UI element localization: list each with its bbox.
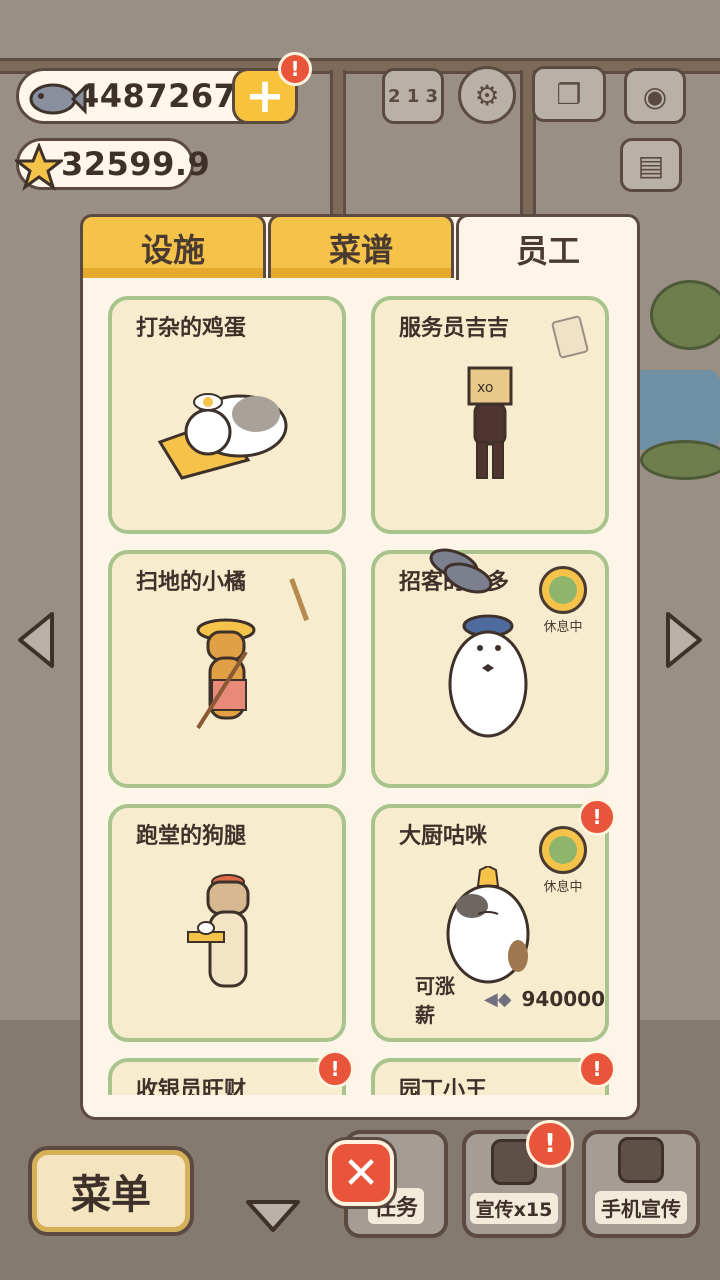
waiter-cat-icon bbox=[187, 874, 250, 988]
collapse-arrow-icon[interactable] bbox=[244, 1196, 302, 1236]
staff-name: 跑堂的狗腿 bbox=[136, 824, 247, 849]
settings-button[interactable]: ⚙ bbox=[458, 66, 516, 124]
flying-fish-icon bbox=[429, 548, 493, 594]
alert-badge: ! bbox=[578, 798, 616, 836]
promotion-label: 宣传x15 bbox=[469, 1193, 559, 1224]
plus-icon: + bbox=[244, 68, 286, 124]
staff-name: 服务员吉吉 bbox=[399, 316, 510, 341]
close-icon: ✕ bbox=[342, 1147, 380, 1199]
resting-label: 休息中 bbox=[543, 880, 583, 895]
staff-card[interactable]: 收银员旺财 bbox=[108, 1058, 346, 1095]
next-arrow-icon[interactable] bbox=[662, 610, 706, 670]
clock-icon bbox=[539, 826, 587, 874]
tab-facilities[interactable]: 设施 bbox=[80, 214, 266, 278]
clipboard-icon bbox=[550, 314, 590, 360]
newspaper-button[interactable]: ▤ bbox=[620, 138, 682, 192]
salary-raise[interactable]: 可涨薪 ◀◆ 940000 bbox=[415, 970, 605, 1028]
staff-name: 扫地的小橘 bbox=[136, 570, 247, 595]
book-icon: ❐ bbox=[556, 77, 582, 111]
phone-promotion-button[interactable]: 手机宣传 bbox=[582, 1130, 700, 1238]
staff-card[interactable]: 服务员吉吉 xo bbox=[371, 296, 609, 534]
staff-name: 园丁小王 bbox=[399, 1078, 488, 1095]
resting-indicator: 休息中 bbox=[535, 566, 591, 635]
alert-badge: ! bbox=[578, 1050, 616, 1088]
background-post bbox=[330, 70, 346, 230]
waiter-bag-icon: xo bbox=[467, 366, 513, 479]
podium-icon: 2 1 3 bbox=[387, 85, 439, 107]
staff-card[interactable]: 打杂的鸡蛋 bbox=[108, 296, 346, 534]
ranking-button[interactable]: 2 1 3 bbox=[382, 68, 444, 124]
tab-staff[interactable]: 员工 bbox=[456, 214, 640, 280]
phone-promotion-label: 手机宣传 bbox=[595, 1191, 687, 1224]
star-currency: 32599.9 bbox=[15, 138, 210, 191]
staff-card[interactable]: 跑堂的狗腿 bbox=[108, 804, 346, 1042]
tab-recipes[interactable]: 菜谱 bbox=[268, 214, 454, 278]
fish-icon: ◀◆ bbox=[483, 988, 512, 1010]
broom-icon bbox=[289, 570, 329, 622]
staff-name: 大厨咕咪 bbox=[399, 824, 488, 849]
resting-label: 休息中 bbox=[543, 620, 583, 635]
staff-card[interactable]: 园丁小王 bbox=[371, 1058, 609, 1095]
alert-badge: ! bbox=[526, 1120, 574, 1168]
orange-cat-sweeper-icon bbox=[196, 618, 256, 730]
close-button[interactable]: ✕ bbox=[328, 1140, 394, 1206]
newspaper-icon: ▤ bbox=[637, 148, 665, 182]
svg-text:xo: xo bbox=[477, 380, 493, 396]
alert-badge: ! bbox=[278, 52, 312, 86]
fluffy-cat-doorman-icon bbox=[448, 614, 528, 738]
resting-indicator: 休息中 bbox=[535, 826, 591, 895]
previous-arrow-icon[interactable] bbox=[14, 610, 58, 670]
collection-book-button[interactable]: ❐ bbox=[532, 66, 606, 122]
chef-cat-icon bbox=[446, 866, 530, 984]
fish-icon bbox=[29, 83, 87, 115]
camera-icon: ◉ bbox=[642, 79, 668, 113]
menu-button[interactable]: 菜单 bbox=[28, 1146, 194, 1236]
gear-icon: ⚙ bbox=[474, 78, 500, 112]
clock-icon bbox=[539, 566, 587, 614]
background-bush bbox=[640, 440, 720, 480]
background-bush bbox=[650, 280, 720, 350]
raise-amount: 940000 bbox=[521, 987, 606, 1011]
staff-grid: 打杂的鸡蛋 服务员吉吉 xo 扫地的小橘 休息中 跑堂的狗腿 大厨咕咪 休息中 … bbox=[83, 280, 637, 1095]
cat-egg-icon bbox=[157, 393, 288, 480]
star-count: 32599.9 bbox=[61, 145, 211, 183]
camera-button[interactable]: ◉ bbox=[624, 68, 686, 124]
staff-name: 收银员旺财 bbox=[136, 1078, 247, 1095]
staff-card[interactable]: 大厨咕咪 休息中 可涨薪 ◀◆ 940000 bbox=[371, 804, 609, 1042]
alert-badge: ! bbox=[316, 1050, 354, 1088]
raise-label: 可涨薪 bbox=[415, 974, 455, 1027]
background-pond bbox=[630, 370, 720, 450]
phone-icon bbox=[618, 1137, 664, 1183]
staff-name: 打杂的鸡蛋 bbox=[136, 316, 247, 341]
star-icon bbox=[15, 143, 63, 191]
staff-card[interactable]: 扫地的小橘 bbox=[108, 550, 346, 788]
